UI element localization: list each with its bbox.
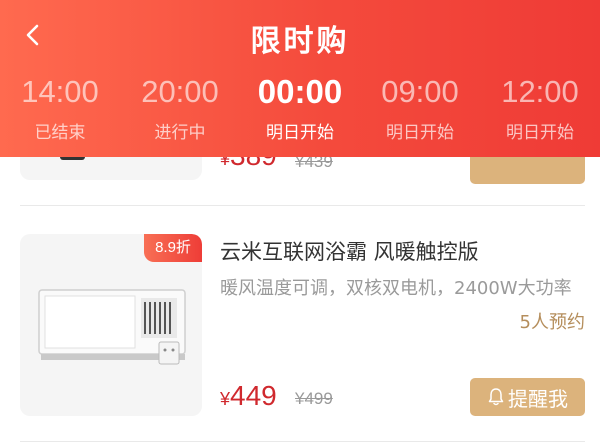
tab-time: 09:00 [381,74,459,109]
tab-time: 14:00 [21,74,99,109]
product-thumbnail[interactable]: 8.9折 [20,234,202,416]
divider [20,205,585,206]
divider [20,441,585,442]
price-value: 449 [230,380,277,411]
currency-symbol: ¥ [220,389,231,409]
tab-1200[interactable]: 12:00 明日开始 [480,72,600,152]
tab-status: 明日开始 [386,123,454,143]
bell-icon [488,388,504,406]
tab-time: 12:00 [501,74,579,109]
tab-status: 已结束 [34,123,86,143]
page-title: 限时购 [250,24,350,59]
tab-status: 明日开始 [506,123,574,143]
tab-time: 20:00 [141,74,219,109]
header-bar: 限时购 14:00 已结束 20:00 进行中 00:00 明日开始 09:00… [0,0,600,157]
product-description: 暖风温度可调，双核双电机，2400W大功率 [220,278,572,299]
product-name: 云米互联网浴霸 风暖触控版 [220,240,479,264]
product-item[interactable]: 8.9折 云米互联网浴霸 风暖触控版 暖风温度可调，双核双电机，2400W大功率… [0,234,600,419]
tab-time: 00:00 [257,73,343,110]
original-price: ¥499 [295,389,333,408]
remind-button[interactable]: 提醒我 [470,378,585,416]
tab-0900[interactable]: 09:00 明日开始 [360,72,480,152]
tab-status: 明日开始 [266,123,334,143]
tab-0000[interactable]: 00:00 明日开始 [240,72,360,152]
bath-heater-image [38,289,186,365]
tab-1400[interactable]: 14:00 已结束 [0,72,120,152]
reservation-count: 5人预约 [519,312,585,333]
remind-label: 提醒我 [508,386,568,411]
tab-2000[interactable]: 20:00 进行中 [120,72,240,152]
time-tabs: 14:00 已结束 20:00 进行中 00:00 明日开始 09:00 明日开… [0,72,600,152]
product-price: ¥449 [220,380,277,412]
tab-status: 进行中 [154,123,206,143]
discount-badge: 8.9折 [144,234,202,262]
